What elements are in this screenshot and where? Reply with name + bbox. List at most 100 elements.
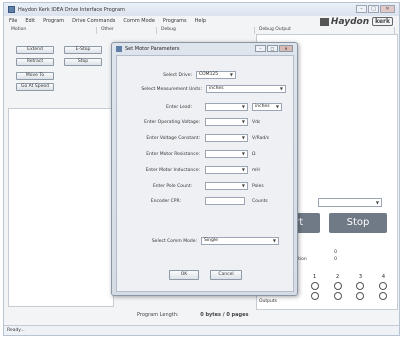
output-indicator-icon[interactable] [356,292,365,300]
operating-voltage-input[interactable]: ▼ [205,118,248,126]
pole-count-label: Enter Pole Count: [152,184,192,189]
chevron-down-icon: ▼ [241,151,245,156]
haydon-kerk-logo: Haydon kerk [319,16,393,27]
menu-comm-mode[interactable]: Comm Mode [123,18,155,24]
status-bar: Ready... [4,325,399,335]
motor-inductance-input[interactable]: ▼ [205,166,248,174]
motor-resistance-unit: Ω [252,152,256,157]
voltage-constant-input[interactable]: ▼ [205,134,248,142]
move-to-button[interactable]: Move To [16,72,54,80]
chevron-down-icon: ▼ [241,183,245,188]
io-number: 2 [335,274,340,280]
close-button[interactable]: ✕ [380,5,395,13]
program-length: Program Length: 0 bytes / 0 pages [137,312,248,318]
minimize-button[interactable]: – [356,5,367,13]
measurement-units-combo[interactable]: inches ▼ [206,85,286,93]
comm-mode-combo[interactable]: Single ▼ [201,237,279,245]
set-motor-parameters-dialog: Set Motor Parameters – □ ✕ Select Drive:… [111,42,298,296]
input-indicator-icon [311,282,319,290]
encoder-cpr-unit: Counts [252,199,268,204]
io-number: 3 [358,274,363,280]
program-length-value: 0 bytes / 0 pages [200,312,249,318]
stop-button[interactable]: Stop [329,213,387,233]
chevron-down-icon: ▼ [241,104,245,109]
program-list[interactable] [8,108,114,307]
logo-text: Haydon [330,16,370,27]
select-drive-value: COM125 [199,72,219,77]
output-indicator-icon[interactable] [378,292,387,300]
retract-button[interactable]: Retract [16,58,54,66]
logo-icon [319,17,329,26]
window-title: Haydon Kerk IDEA Drive Interface Program [18,6,125,13]
chevron-down-icon: ▼ [375,200,379,205]
estop-button[interactable]: E-Stop [64,46,102,54]
output-indicator-icon[interactable] [311,292,319,300]
dialog-icon [116,46,122,52]
io-indicators: 1 2 3 4 [309,274,389,300]
menu-program[interactable]: Program [43,18,64,24]
dialog-maximize-button[interactable]: □ [267,45,278,52]
input-indicator-icon [378,282,387,290]
motor-inductance-unit: mH [252,168,260,173]
input-indicator-icon [333,282,342,290]
app-icon [8,6,15,13]
measurement-units-value: inches [209,86,224,91]
motor-inductance-label: Enter Motor Inductance: [145,168,200,173]
motor-resistance-label: Enter Motor Resistance: [146,152,200,157]
chevron-down-icon: ▼ [279,86,283,91]
motor-resistance-input[interactable]: ▼ [205,150,248,158]
voltage-constant-unit: V/Rad/s [252,136,270,141]
outputs-label: Outputs [259,299,277,304]
extend-button[interactable]: Extend [16,46,54,54]
menu-file[interactable]: File [9,18,17,24]
dialog-title-bar: Set Motor Parameters – □ ✕ [112,43,297,55]
chevron-down-icon: ▼ [241,167,245,172]
ok-button[interactable]: OK [169,270,199,280]
dialog-minimize-button[interactable]: – [255,45,266,52]
position-value: 0 [334,250,337,255]
tab-debug[interactable]: Debug [157,27,255,34]
go-at-speed-button[interactable]: Go At Speed [16,83,54,91]
tab-motion[interactable]: Motion [7,27,97,34]
measurement-units-label: Select Measurement Units: [141,87,202,92]
program-to-run-select[interactable]: ▼ [318,198,382,207]
chevron-down-icon: ▼ [241,135,245,140]
motion-controls: Extend E-Stop Retract Stop Move To Go At… [8,35,112,91]
menu-drive-commands[interactable]: Drive Commands [72,18,115,24]
operating-voltage-label: Enter Operating Voltage: [144,120,200,125]
pole-count-input[interactable]: ▼ [205,182,248,190]
stop-motion-button[interactable]: Stop [64,58,102,66]
maximize-button[interactable]: □ [368,5,379,13]
output-indicator-icon[interactable] [333,292,342,300]
dialog-title: Set Motor Parameters [125,46,180,52]
program-length-label: Program Length: [137,312,179,318]
debug-output-header: Debug Output [255,27,395,34]
cancel-button[interactable]: Cancel [210,270,242,280]
lead-input[interactable]: ▼ [205,103,248,111]
menu-programs[interactable]: Programs [163,18,187,24]
io-number: 1 [313,274,317,280]
comm-mode-value: Single [204,238,218,243]
chevron-down-icon: ▼ [275,104,279,109]
voltage-constant-label: Enter Voltage Constant: [146,136,200,141]
logo-badge: kerk [372,17,393,26]
chevron-down-icon: ▼ [241,119,245,124]
pole-count-unit: Poles [252,184,264,189]
dialog-body: Select Drive: COM125 ▼ Select Measuremen… [116,55,294,292]
tab-other[interactable]: Other [97,27,157,34]
menu-help[interactable]: Help [195,18,206,24]
encoder-cpr-label: Encoder CPR: [150,199,181,204]
chevron-down-icon: ▼ [272,238,276,243]
encoder-cpr-input[interactable] [205,197,245,205]
chevron-down-icon: ▼ [229,72,233,77]
dialog-close-button[interactable]: ✕ [279,45,293,52]
lead-unit-combo[interactable]: inches ▼ [252,103,282,111]
comm-mode-label: Select Comm Mode: [151,239,197,244]
menu-edit[interactable]: Edit [25,18,35,24]
io-number: 4 [381,274,385,280]
commanded-position-value: 0 [334,257,337,262]
operating-voltage-unit: Vdc [252,120,261,125]
select-drive-label: Select Drive: [163,73,192,78]
lead-unit: inches [255,104,270,109]
select-drive-combo[interactable]: COM125 ▼ [196,71,236,79]
